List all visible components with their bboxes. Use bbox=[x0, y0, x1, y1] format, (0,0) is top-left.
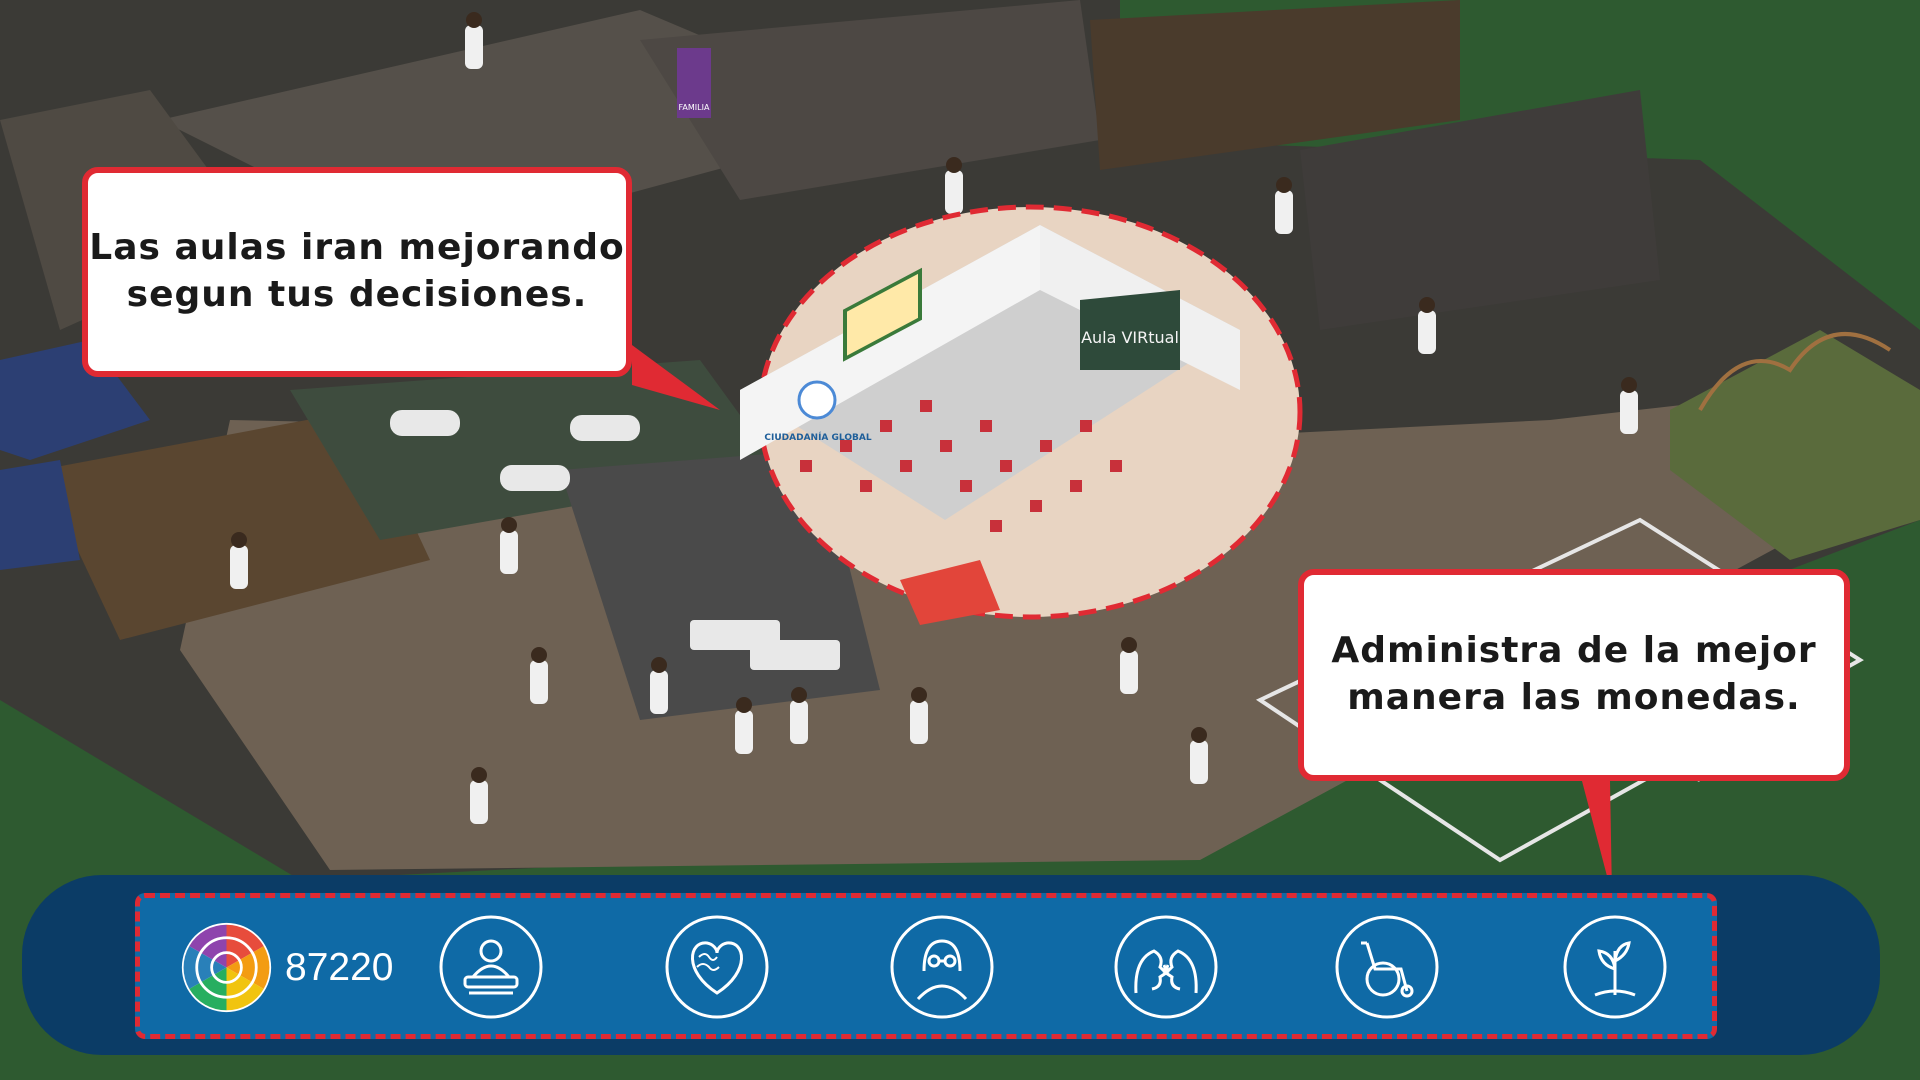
socioemotional-button[interactable] bbox=[663, 913, 771, 1021]
wheelchair-icon bbox=[1335, 915, 1439, 1019]
accessibility-button[interactable] bbox=[1333, 913, 1441, 1021]
coins-callout-text: Administra de la mejor manera las moneda… bbox=[1331, 630, 1817, 718]
sprout-icon bbox=[1563, 915, 1667, 1019]
svg-text:CIUDADANÍA GLOBAL: CIUDADANÍA GLOBAL bbox=[764, 431, 871, 443]
classrooms-callout-text: Las aulas iran mejorando segun tus decis… bbox=[89, 227, 625, 315]
communication-button[interactable] bbox=[1112, 913, 1220, 1021]
teacher-button[interactable] bbox=[888, 913, 996, 1021]
svg-text:FAMILIA: FAMILIA bbox=[679, 103, 710, 112]
growth-button[interactable] bbox=[1561, 913, 1669, 1021]
coin-counter: 87220 bbox=[285, 946, 394, 989]
person-glasses-icon bbox=[890, 915, 994, 1019]
classrooms-callout: Las aulas iran mejorando segun tus decis… bbox=[82, 167, 632, 377]
student-desk-icon bbox=[439, 915, 543, 1019]
coins-callout: Administra de la mejor manera las moneda… bbox=[1298, 569, 1850, 781]
two-faces-communication-icon bbox=[1114, 915, 1218, 1019]
svg-text:Aula VIRtual: Aula VIRtual bbox=[1081, 328, 1179, 347]
brain-heart-icon bbox=[665, 915, 769, 1019]
coin-logo-icon bbox=[181, 922, 272, 1013]
student-desk-button[interactable] bbox=[437, 913, 545, 1021]
